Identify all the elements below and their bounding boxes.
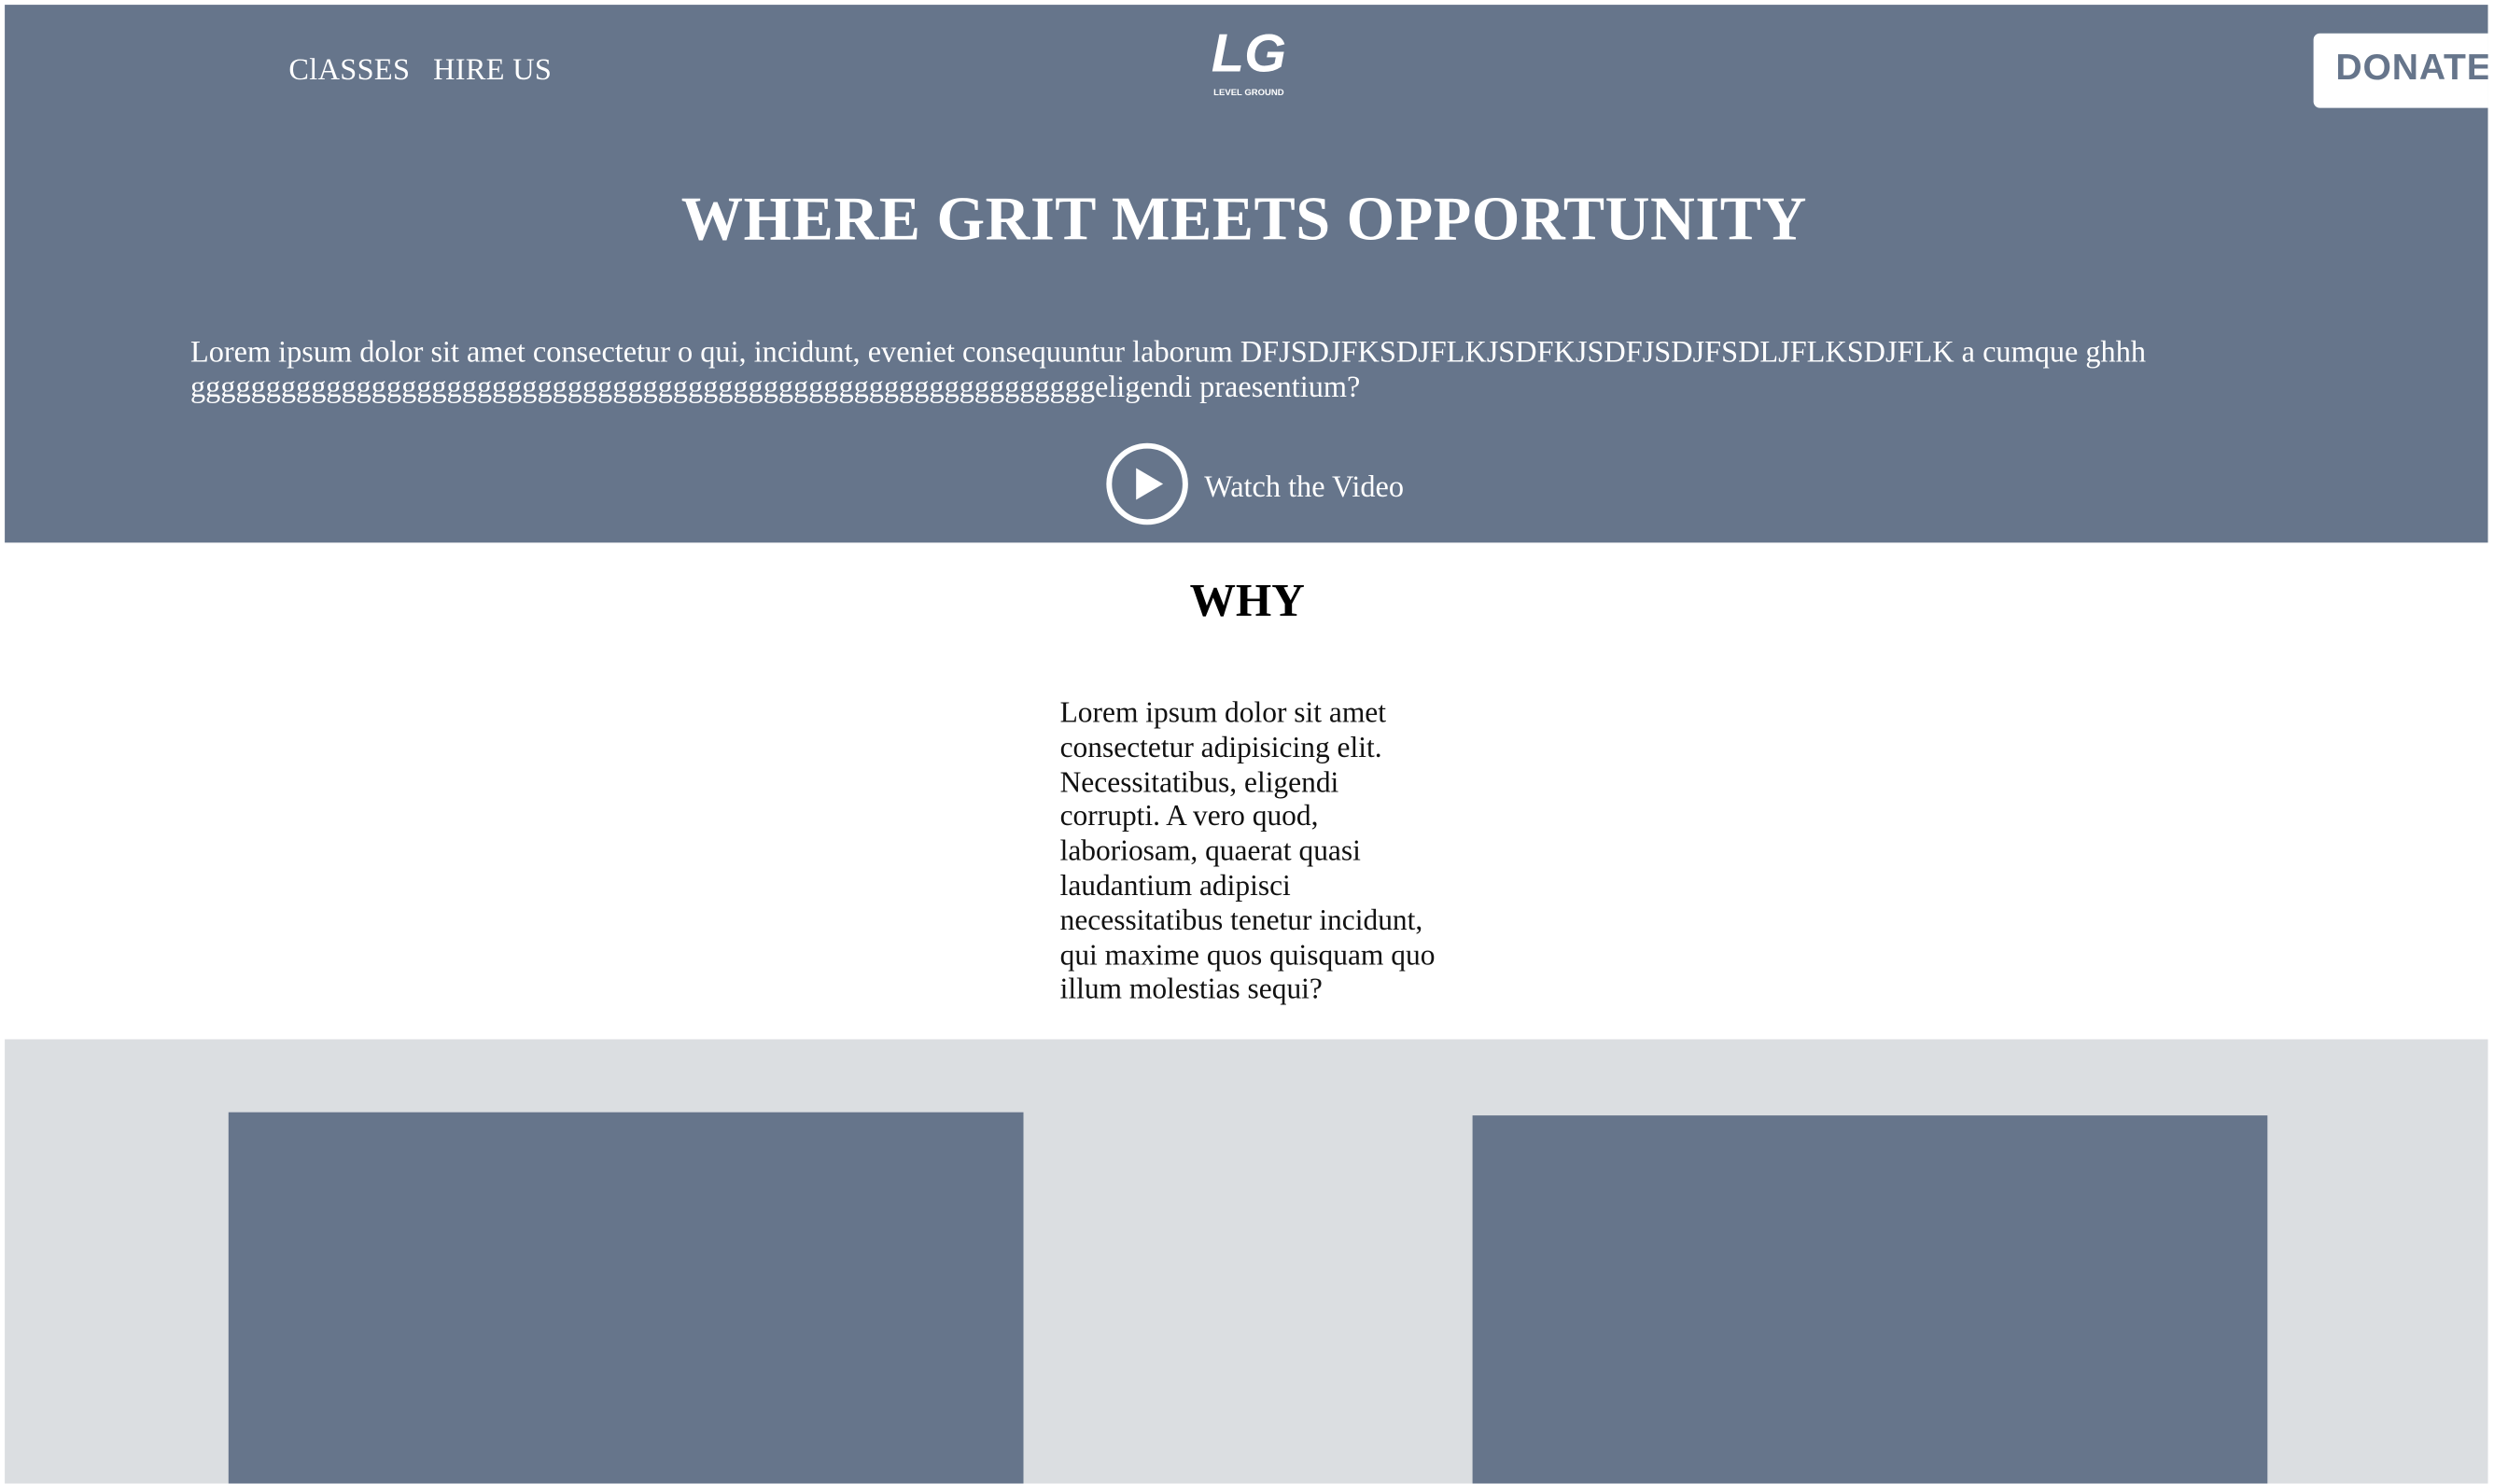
why-text: Lorem ipsum dolor sit amet consectetur a… [1059,698,1436,1007]
hero-text: Lorem ipsum dolor sit amet consectetur o… [190,336,2147,405]
why-title: WHY [1189,576,1305,627]
play-circle-icon[interactable] [1106,442,1188,525]
page: ClASSES HIRE US LG LEVEL GROUND DONATE W… [0,0,2488,1484]
nav-link-classes[interactable]: ClASSES [288,54,410,89]
card-left [228,1112,1024,1484]
logo-caption: LEVEL GROUND [1213,88,1284,98]
hero-title: WHERE GRIT MEETS OPPORTUNITY [680,185,1807,254]
nav-link-hire-us[interactable]: HIRE US [433,54,552,89]
watch-video-link[interactable]: Watch the Video [1204,471,1404,506]
level-ground-logo-icon: LG LEVEL GROUND [1212,24,1286,98]
card-right [1472,1115,2268,1484]
logo[interactable]: LG LEVEL GROUND [1209,16,1288,102]
donate-button[interactable]: DONATE [2313,33,2488,108]
logo-mark: LG [1212,24,1286,84]
